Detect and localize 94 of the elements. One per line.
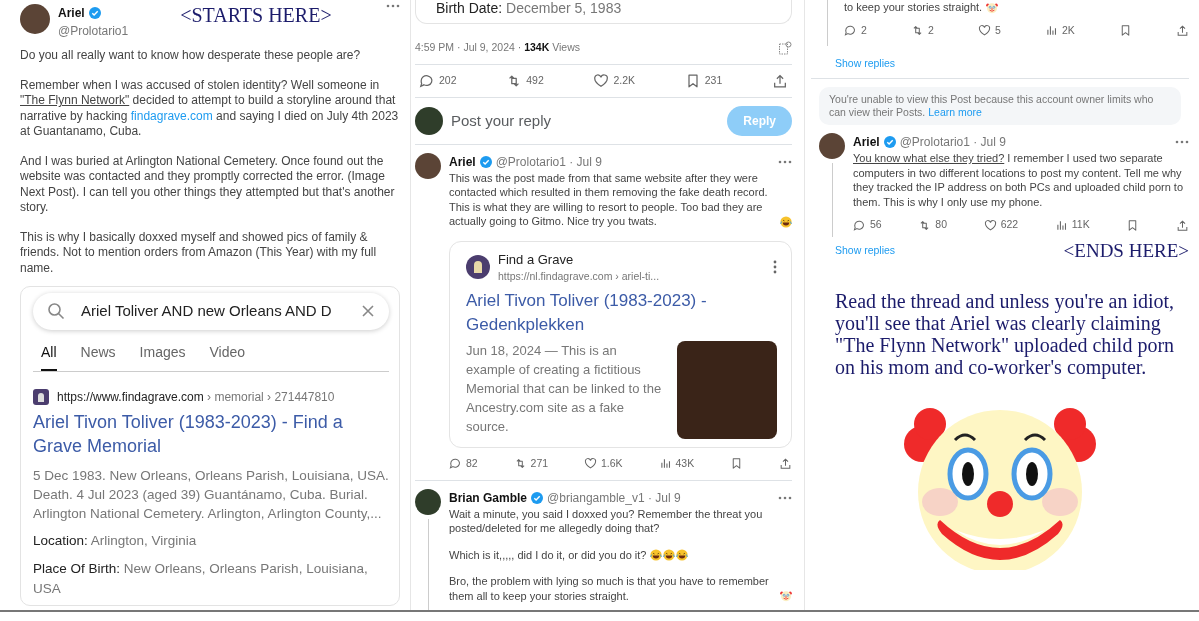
heart-icon[interactable] <box>983 218 997 232</box>
action-count: 5 <box>994 22 1001 38</box>
laughing-emoji-icon <box>663 549 676 562</box>
commentary-text: Read the thread and unless you're an idiot, you'll see that Ariel was clearly claiming "The Flynn Network" uploaded child porn on his mom and co-worker's computer. <box>834 289 1176 378</box>
action-count: 56 <box>870 217 882 233</box>
action-count: 1.6K <box>601 456 623 471</box>
post-meta: @briangamble_v1 · Jul 9 <box>547 489 681 507</box>
action-count: 43K <box>675 456 695 471</box>
bar-chart-icon[interactable] <box>658 457 672 471</box>
show-replies-link[interactable]: Show replies <box>835 243 896 260</box>
result-fact: Place Of Birth: New Orleans, Orleans Parish, Louisiana, USA <box>33 559 369 598</box>
laughing-emoji-icon <box>676 549 689 562</box>
action-count: 492 <box>526 72 544 88</box>
action-count: 622 <box>1000 217 1019 233</box>
post-text: This is why I basically doxxed myself and showed pics of family & friends. Not to mention orders from Amazon (This Year) with my full name. <box>20 229 378 276</box>
clown-emoji-icon <box>986 1 999 14</box>
site-favicon-icon <box>466 255 490 280</box>
action-count: 82 <box>466 456 478 471</box>
post-text: You know what else they tried? I remember I used two separate computers in two different locations to post my content. Tell me why they tracked the IP address on both PCs and uploaded child porn to them. This is why I only use my phone. <box>853 151 1185 210</box>
show-replies-link[interactable]: Show replies <box>835 57 896 70</box>
search-tab[interactable]: Video <box>209 337 246 371</box>
site-favicon-icon <box>33 388 49 405</box>
result-url[interactable]: https://www.findagrave.com › memorial › 271447810 <box>57 387 335 406</box>
post-text: Do you all really want to know how desperate these people are? <box>20 48 362 64</box>
search-tab[interactable]: Images <box>139 337 186 371</box>
laughing-emoji-icon <box>780 215 792 228</box>
share-icon[interactable] <box>1175 218 1189 232</box>
result-url[interactable]: https://nl.findagrave.com › ariel-ti... <box>498 269 765 285</box>
post-text: Bro, the problem with lying so much is that you have to remember them all to keep your stories straight. <box>449 574 770 604</box>
action-count: 231 <box>704 72 723 88</box>
reply-icon[interactable] <box>853 218 866 232</box>
share-icon[interactable] <box>771 72 788 89</box>
author-name: Ariel <box>58 5 85 22</box>
analytics-icon[interactable] <box>778 40 792 55</box>
avatar <box>415 106 443 135</box>
more-icon[interactable] <box>778 495 792 500</box>
share-icon[interactable] <box>778 457 792 471</box>
author-name: Brian Gamble <box>449 489 528 507</box>
author-name: Ariel <box>449 153 476 171</box>
action-count: 2.2K <box>613 72 636 88</box>
link-preview-card[interactable] <box>449 240 792 448</box>
action-count: 11K <box>1071 217 1090 233</box>
post-meta: @Prolotario1 · Jul 9 <box>495 153 602 171</box>
heart-icon[interactable] <box>593 72 610 89</box>
link[interactable]: findagrave.com <box>130 108 213 123</box>
action-count: 2K <box>1061 22 1075 38</box>
post-meta: @Prolotario1 <box>58 23 129 40</box>
more-icon[interactable] <box>773 260 777 275</box>
more-icon[interactable] <box>1175 140 1189 145</box>
search-tab[interactable]: News <box>80 337 116 371</box>
bar-chart-icon[interactable] <box>1044 23 1058 37</box>
post-text: to keep your stories straight. <box>844 0 983 15</box>
action-count: 271 <box>530 456 549 471</box>
laughing-emoji-icon <box>650 549 663 562</box>
result-fact: Birth Date: December 5, 1983 <box>415 0 792 24</box>
post-meta: @Prolotario1 · Jul 9 <box>899 134 1006 152</box>
reply-icon[interactable] <box>449 457 462 471</box>
close-icon[interactable] <box>361 304 375 319</box>
post-text: Which is it,,,,, did I do it, or did you do it? <box>449 547 647 563</box>
action-count: 2 <box>927 22 934 38</box>
post-text: Remember when I was accused of stolen identity? Well someone in "The Flynn Network" decided to attempt to build a storyline around that narrative by hacking findagrave.com and saying I died on July 4th 2023 at Guantanamo, Cuba. <box>20 77 400 140</box>
action-count: 202 <box>439 72 457 88</box>
site-name: Find a Grave <box>498 250 575 269</box>
heart-icon[interactable] <box>584 457 597 471</box>
result-fact: Location: Arlington, Virginia <box>33 531 198 550</box>
search-field[interactable]: Ariel Toliver AND new Orleans AND D <box>33 293 389 330</box>
reply-icon[interactable] <box>844 23 857 37</box>
action-count: 2 <box>861 22 867 38</box>
post-timestamp: 4:59 PM · Jul 9, 2024 · 134K Views <box>415 40 580 55</box>
post-text: This was the post made from that same website after they were contacted which resulted in them removing the fake death record. This is what they are willing to resort to people. Too bad they are actually going to Gitmo. Nice try you twats. <box>449 170 769 229</box>
search-icon <box>47 302 65 321</box>
avatar <box>20 4 50 34</box>
avatar <box>415 488 441 515</box>
author-name: Ariel <box>853 134 880 152</box>
heart-icon[interactable] <box>977 23 991 37</box>
share-icon[interactable] <box>1176 23 1189 37</box>
post-text: And I was buried at Arlington National Cemetery. Once found out the website was contacted and they promptly corrected the error. (Image Next Post). I can tell you other things they attempted but that's another story. <box>20 153 396 216</box>
bar-chart-icon[interactable] <box>1054 218 1068 232</box>
avatar <box>415 152 441 179</box>
avatar <box>819 133 845 160</box>
result-snippet: Jun 18, 2024 — This is an example of creating a fictitious Memorial that can be linked to the Ancestry.com site as a fake source. <box>466 342 663 436</box>
result-title[interactable]: Ariel Tivon Toliver (1983-2023) - Gedenkplekken <box>466 289 777 337</box>
notice-text: You're unable to view this Post because this account owner limits who can view their Posts. Learn more <box>819 87 1181 126</box>
action-count: 80 <box>935 217 947 233</box>
more-icon[interactable] <box>386 4 400 8</box>
result-snippet: 5 Dec 1983. New Orleans, Orleans Parish, Louisiana, USA. Death. 4 Jul 2023 (aged 39) Guantánamo, Cuba. Burial. Arlington National Cemetery. Arlington, Arlington County,... <box>33 466 389 523</box>
reply-icon[interactable] <box>419 72 435 89</box>
annotation-text: <STARTS HERE> <box>180 4 332 26</box>
more-icon[interactable] <box>778 159 792 164</box>
annotation-text: <ENDS HERE> <box>1063 239 1189 263</box>
search-tab[interactable]: All <box>41 337 57 371</box>
clown-emoji-icon <box>780 590 792 603</box>
result-title[interactable]: Ariel Tivon Toliver (1983-2023) - Find a Grave Memorial <box>33 409 389 458</box>
post-text: Wait a minute, you said I doxxed you? Remember the threat you posted/deleted for me allegedly doing that? <box>449 506 764 536</box>
